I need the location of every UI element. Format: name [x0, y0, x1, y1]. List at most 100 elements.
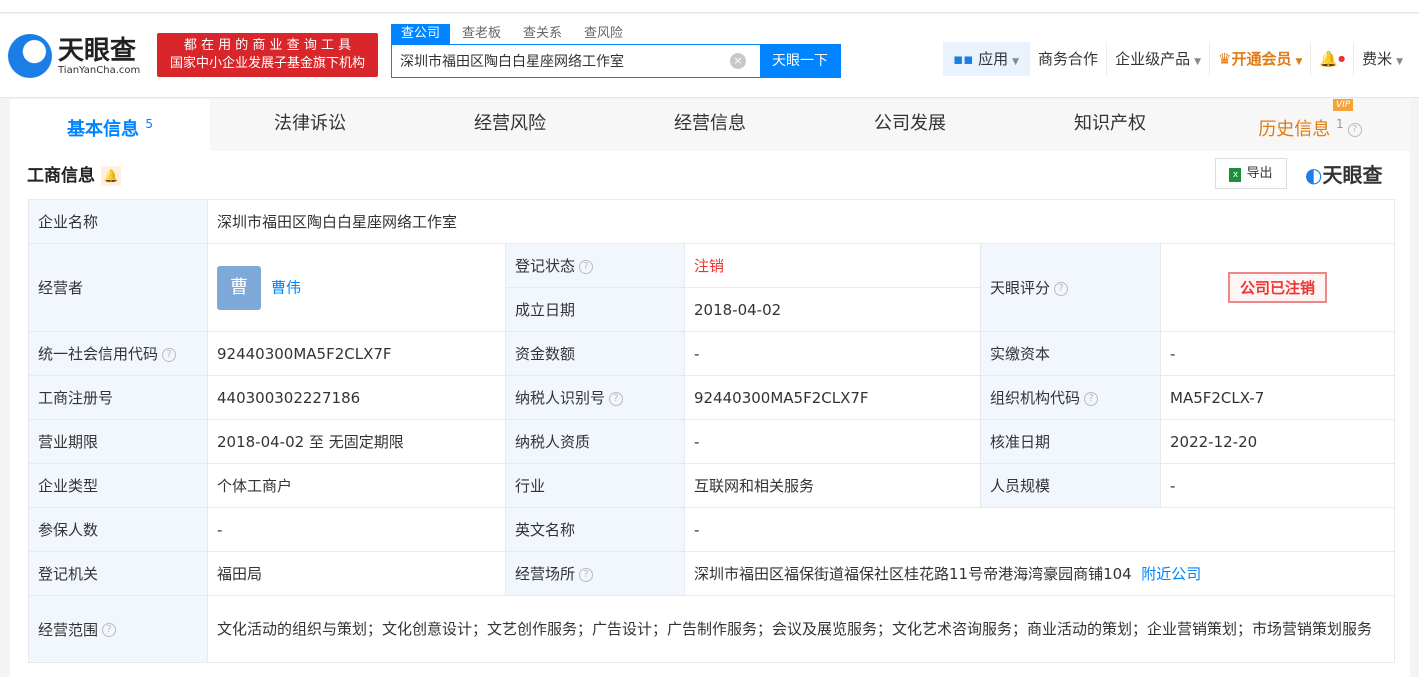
- nav-enterprise[interactable]: 企业级产品 ▼: [1107, 42, 1210, 76]
- org-code-value: MA5F2CLX-7: [1159, 375, 1396, 420]
- address-cell: 深圳市福田区福保街道福保社区桂花路11号帝港海湾豪园商铺104 附近公司: [683, 551, 1396, 596]
- logo-icon: [8, 34, 52, 78]
- label: 英文名称: [505, 507, 685, 552]
- watermark-text: 天眼查: [1322, 163, 1383, 187]
- label: 登记机关: [28, 551, 208, 596]
- help-icon[interactable]: ?: [1347, 123, 1362, 137]
- caret-down-icon: ▼: [1012, 57, 1020, 67]
- table-row: 经营者 曹曹伟 登记状态? 注销 天眼评分? 公司已注销: [28, 243, 1396, 332]
- label-text: 纳税人识别号: [515, 389, 606, 407]
- notification-bell-icon[interactable]: 🔔●: [1311, 42, 1355, 76]
- label: 登记状态?: [505, 243, 685, 288]
- slogan-line2: 国家中小企业发展子基金旗下机构: [169, 56, 365, 71]
- tab-development[interactable]: 公司发展: [810, 99, 1010, 151]
- section-title-text: 工商信息: [27, 166, 95, 186]
- search-tab-risk[interactable]: 查风险: [574, 24, 633, 44]
- type-value: 个体工商户: [207, 463, 506, 508]
- table-row: 经营范围? 文化活动的组织与策划；文化创意设计；文艺创作服务；广告设计；广告制作…: [28, 595, 1396, 663]
- deregistered-stamp: 公司已注销: [1228, 272, 1328, 303]
- label: 人员规模: [980, 463, 1161, 508]
- help-icon[interactable]: ?: [609, 391, 624, 406]
- logo[interactable]: 天眼查 TianYanCha.com: [8, 34, 140, 78]
- help-icon[interactable]: ?: [1084, 391, 1099, 406]
- tab-count: 5: [145, 117, 153, 131]
- approve-value: 2022-12-20: [1159, 419, 1396, 464]
- search-tab-relation[interactable]: 查关系: [513, 24, 572, 44]
- search-tabs: 查公司 查老板 查关系 查风险: [391, 24, 635, 44]
- export-button[interactable]: x 导出: [1215, 158, 1287, 189]
- tab-basic-info[interactable]: 基本信息 5: [10, 99, 210, 151]
- label-text: 经营场所: [515, 565, 576, 583]
- en-name-value: -: [683, 507, 1396, 552]
- table-row: 企业类型 个体工商户 行业 互联网和相关服务 人员规模 -: [28, 463, 1396, 508]
- caret-down-icon: ▼: [1295, 57, 1303, 67]
- label: 营业期限: [28, 419, 208, 464]
- label: 实缴资本: [980, 331, 1161, 376]
- tab-history[interactable]: VIP 历史信息 1?: [1210, 99, 1410, 151]
- nav-enterprise-label: 企业级产品: [1115, 50, 1191, 68]
- top-nav: ▪▪ 应用 ▼ 商务合作 企业级产品 ▼ ♛开通会员 ▼ 🔔● 费米 ▼: [943, 42, 1411, 76]
- label-text: 组织机构代码: [990, 389, 1081, 407]
- label-text: 天眼评分: [990, 279, 1051, 297]
- search-input[interactable]: [392, 45, 730, 77]
- tab-operation[interactable]: 经营信息: [610, 99, 810, 151]
- user-name: 费米: [1362, 50, 1393, 68]
- help-icon[interactable]: ?: [579, 567, 594, 582]
- staff-value: -: [1159, 463, 1396, 508]
- label: 行业: [505, 463, 685, 508]
- capital-value: -: [684, 331, 981, 376]
- label: 企业名称: [28, 199, 208, 244]
- slogan-line1: 都 在 用 的 商 业 查 询 工 具: [183, 38, 352, 53]
- score-cell: 公司已注销: [1159, 243, 1396, 332]
- tab-ip[interactable]: 知识产权: [1010, 99, 1210, 151]
- bell-icon[interactable]: 🔔: [101, 166, 121, 186]
- tab-risk[interactable]: 经营风险: [410, 99, 610, 151]
- address-value: 深圳市福田区福保街道福保社区桂花路11号帝港海湾豪园商铺104: [694, 565, 1132, 583]
- scope-value: 文化活动的组织与策划；文化创意设计；文艺创作服务；广告设计；广告制作服务；会议及…: [206, 595, 1396, 663]
- crown-icon: ♛: [1218, 50, 1232, 68]
- business-info-panel: 工商信息 🔔 x 导出 ◐天眼查 企业名称 深圳市福田区陶白白星座网络工作室 经营者 …: [10, 151, 1410, 677]
- main-tabs: 基本信息 5 法律诉讼 经营风险 经营信息 公司发展 知识产权 VIP 历史信息 …: [10, 99, 1410, 151]
- help-icon[interactable]: ?: [1054, 281, 1069, 296]
- help-icon[interactable]: ?: [102, 623, 117, 637]
- label: 资金数额: [505, 331, 685, 376]
- table-row: 工商注册号 440300302227186 纳税人识别号? 92440300MA5F…: [28, 375, 1396, 420]
- nav-business[interactable]: 商务合作: [1030, 42, 1108, 76]
- reg-no-value: 440300302227186: [207, 375, 506, 420]
- nav-vip[interactable]: ♛开通会员 ▼: [1210, 42, 1312, 76]
- nav-vip-label: 开通会员: [1231, 50, 1292, 68]
- export-label: 导出: [1246, 166, 1273, 181]
- operator-cell: 曹曹伟: [207, 243, 506, 332]
- tab-label: 基本信息: [67, 119, 140, 140]
- status-value: 注销: [684, 243, 981, 288]
- table-row: 参保人数 - 英文名称 -: [28, 507, 1396, 552]
- taxpayer-value: -: [684, 419, 981, 464]
- nearby-companies-link[interactable]: 附近公司: [1141, 565, 1201, 583]
- section-title: 工商信息 🔔: [27, 161, 121, 186]
- search-box: × 天眼一下: [391, 44, 841, 78]
- info-table: 企业名称 深圳市福田区陶白白星座网络工作室 经营者 曹曹伟 登记状态? 注销 天眼…: [28, 199, 1396, 663]
- operator-link[interactable]: 曹伟: [271, 278, 301, 296]
- clear-icon[interactable]: ×: [730, 53, 746, 69]
- company-name: 深圳市福田区陶白白星座网络工作室: [206, 199, 1396, 244]
- excel-icon: x: [1229, 168, 1242, 182]
- label: 核准日期: [980, 419, 1161, 464]
- label: 企业类型: [28, 463, 208, 508]
- help-icon[interactable]: ?: [162, 347, 177, 362]
- label: 经营者: [28, 243, 208, 332]
- logo-text: 天眼查: [58, 35, 137, 66]
- label: 经营场所?: [505, 551, 685, 596]
- label: 经营范围?: [28, 595, 208, 663]
- help-icon[interactable]: ?: [579, 259, 594, 274]
- search-tab-company[interactable]: 查公司: [391, 24, 451, 44]
- tab-label: 历史信息: [1258, 119, 1331, 140]
- tab-legal[interactable]: 法律诉讼: [210, 99, 410, 151]
- nav-user[interactable]: 费米 ▼: [1354, 42, 1411, 76]
- search-tab-boss[interactable]: 查老板: [452, 24, 511, 44]
- table-row: 企业名称 深圳市福田区陶白白星座网络工作室: [28, 199, 1396, 244]
- label: 组织机构代码?: [980, 375, 1161, 420]
- nav-app[interactable]: ▪▪ 应用 ▼: [943, 42, 1031, 76]
- label: 天眼评分?: [980, 243, 1161, 332]
- label: 纳税人资质: [505, 419, 685, 464]
- search-button[interactable]: 天眼一下: [760, 45, 840, 77]
